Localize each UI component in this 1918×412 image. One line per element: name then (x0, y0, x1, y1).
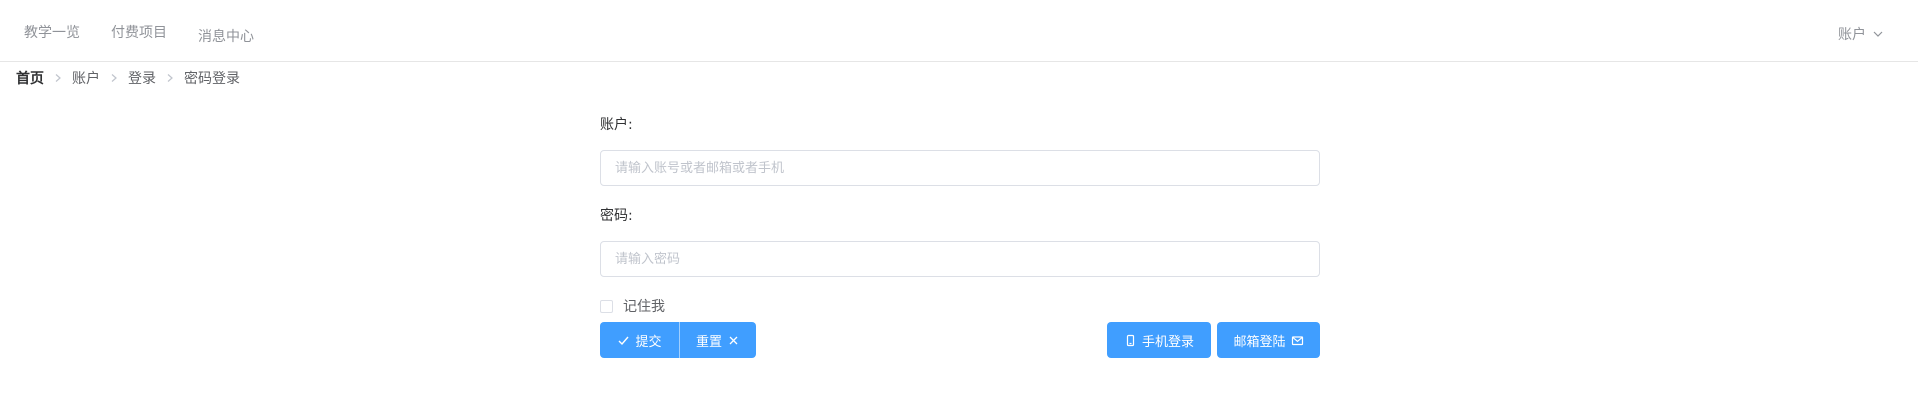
chevron-right-icon (53, 73, 63, 83)
submit-button-label: 提交 (635, 334, 662, 350)
chevron-right-icon (165, 73, 175, 83)
remember-me-label: 记住我 (623, 299, 665, 315)
chevron-right-icon (109, 73, 119, 83)
email-login-label: 邮箱登陆 (1233, 334, 1286, 350)
top-navigation: 教学一览 付费项目 消息中心 账户 (0, 0, 1918, 62)
chevron-down-icon (1873, 31, 1883, 37)
checkbox-box[interactable] (600, 299, 613, 313)
breadcrumb-login[interactable]: 登录 (128, 68, 156, 88)
breadcrumb-home[interactable]: 首页 (16, 68, 44, 88)
reset-button-label: 重置 (695, 334, 722, 350)
remember-me-checkbox[interactable]: 记住我 (600, 296, 665, 316)
submit-button[interactable]: 提交 (600, 322, 680, 358)
password-input[interactable] (600, 241, 1320, 277)
password-label: 密码: (600, 208, 633, 224)
close-icon (729, 336, 738, 344)
envelope-icon (1291, 335, 1303, 345)
account-label: 账户: (600, 117, 633, 133)
email-login-button[interactable]: 邮箱登陆 (1217, 322, 1320, 358)
submit-reset-button-group: 提交 重置 (600, 322, 756, 358)
phone-login-button[interactable]: 手机登录 (1107, 322, 1211, 358)
breadcrumb: 首页 账户 登录 密码登录 (16, 68, 240, 88)
account-input[interactable] (600, 150, 1320, 186)
nav-item-paid-projects[interactable]: 付费项目 (111, 22, 167, 42)
nav-item-message-center[interactable]: 消息中心 (198, 26, 254, 46)
reset-button[interactable]: 重置 (680, 322, 756, 358)
check-icon (618, 336, 630, 345)
mobile-phone-icon (1126, 334, 1135, 346)
account-menu-label: 账户 (1838, 27, 1866, 43)
nav-item-teaching-overview[interactable]: 教学一览 (24, 22, 80, 42)
breadcrumb-password-login: 密码登录 (184, 71, 240, 87)
breadcrumb-account[interactable]: 账户 (72, 68, 100, 88)
phone-login-label: 手机登录 (1141, 334, 1194, 350)
account-menu[interactable]: 账户 (1838, 24, 1884, 44)
